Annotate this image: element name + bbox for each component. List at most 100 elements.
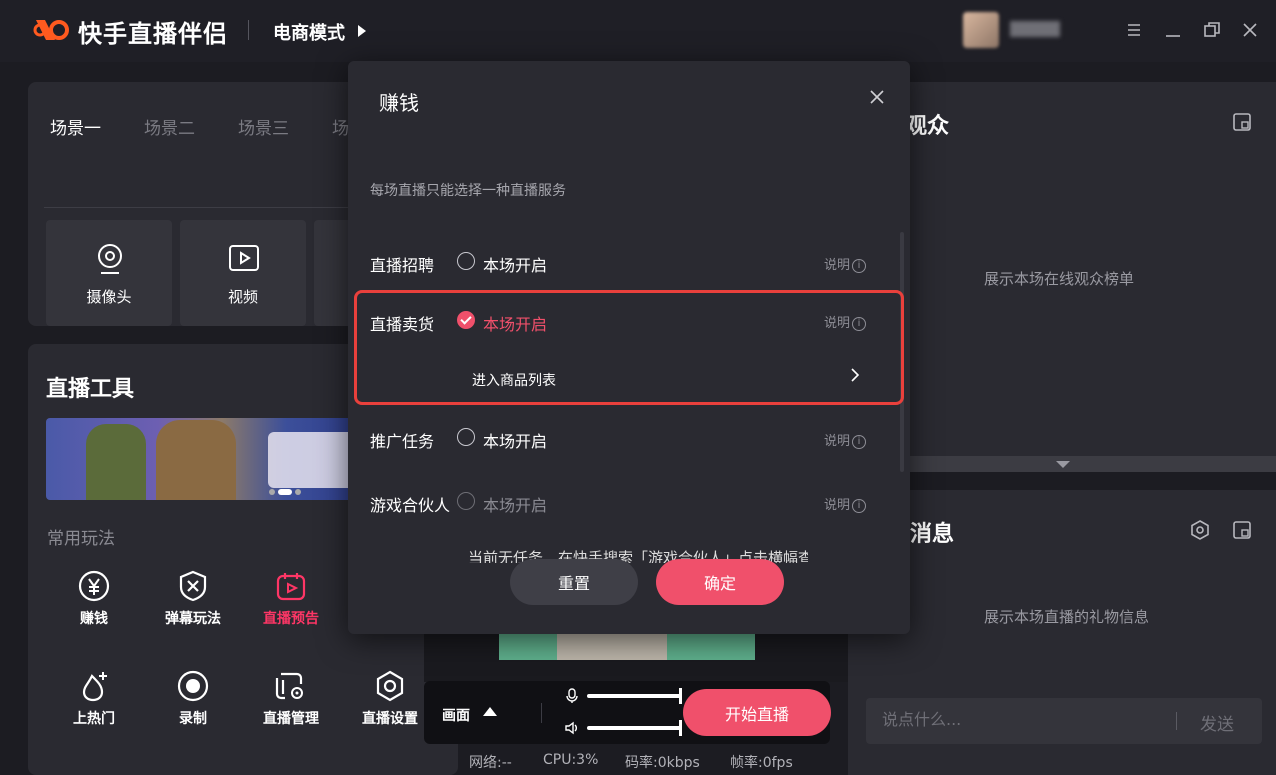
option-promo-explain[interactable]: 说明 i: [824, 430, 867, 449]
banner-character: [86, 424, 146, 500]
product-list-link[interactable]: 进入商品列表: [472, 370, 556, 390]
tab-scene-1[interactable]: 场景一: [50, 114, 101, 139]
option-sell-text[interactable]: 本场开启: [483, 311, 547, 335]
banner-pagination[interactable]: [268, 488, 328, 496]
dialog-title: 赚钱: [379, 91, 419, 115]
source-video-card[interactable]: 视频: [180, 220, 306, 326]
info-icon: i: [852, 258, 867, 273]
collapse-handle[interactable]: [905, 456, 1276, 472]
option-recruit-explain[interactable]: 说明 i: [824, 254, 867, 273]
option-promo-radio[interactable]: [457, 428, 475, 446]
common-section-label: 常用玩法: [47, 529, 115, 549]
dialog-hint: 每场直播只能选择一种直播服务: [370, 183, 566, 199]
promo-banner[interactable]: [46, 418, 366, 500]
option-promo-label: 推广任务: [370, 432, 435, 451]
messages-empty: 展示本场直播的礼物信息: [984, 608, 1150, 626]
info-icon: i: [852, 316, 867, 331]
audience-title: 观众: [905, 114, 950, 139]
network-stat: 网络:--: [469, 755, 512, 771]
tool-record-label: 录制: [179, 711, 207, 727]
option-recruit-radio[interactable]: [457, 252, 475, 270]
info-icon: i: [852, 498, 867, 513]
option-promo-text[interactable]: 本场开启: [483, 428, 547, 452]
banner-character: [156, 420, 236, 500]
confirm-button[interactable]: 确定: [656, 559, 784, 605]
speaker-volume-slider[interactable]: [587, 726, 682, 730]
send-button[interactable]: 发送: [1200, 710, 1234, 735]
tab-scene-2[interactable]: 场景二: [144, 114, 195, 139]
audience-empty: 展示本场在线观众榜单: [984, 270, 1135, 288]
tab-scene-3[interactable]: 场景三: [238, 114, 289, 139]
chat-input[interactable]: [882, 710, 1162, 729]
restore-icon[interactable]: [1200, 18, 1224, 42]
mode-switch[interactable]: 电商模式: [273, 19, 345, 45]
option-game-explain[interactable]: 说明 i: [824, 494, 867, 513]
option-sell-radio[interactable]: [457, 311, 475, 329]
start-live-button[interactable]: 开始直播: [683, 689, 831, 736]
tool-earn-label: 赚钱: [80, 611, 108, 627]
option-sell-label: 直播卖货: [370, 315, 435, 334]
title-divider: [248, 20, 249, 40]
caret-right-icon[interactable]: [358, 25, 366, 37]
tool-hot-label: 上热门: [73, 711, 115, 727]
tool-manage[interactable]: 直播管理: [246, 670, 336, 728]
source-camera-card[interactable]: 摄像头: [46, 220, 172, 326]
option-game-text[interactable]: 本场开启: [483, 492, 547, 516]
highlight-box: [354, 290, 904, 405]
tab-scene-4[interactable]: 场: [332, 114, 349, 139]
preview-person: [557, 634, 667, 660]
scene-divider: [44, 207, 364, 208]
menu-icon[interactable]: [1122, 18, 1146, 42]
tool-settings-label: 直播设置: [362, 711, 418, 727]
calendar-play-icon: [276, 573, 306, 601]
chevron-right-icon[interactable]: [850, 367, 860, 383]
settings-hexagon-icon[interactable]: [1190, 520, 1210, 540]
title-bar: 快手直播伴侣 电商模式: [0, 0, 1276, 62]
speaker-volume-thumb[interactable]: [679, 720, 682, 736]
tool-barrage-label: 弹幕玩法: [165, 611, 221, 627]
option-recruit-text[interactable]: 本场开启: [483, 252, 547, 276]
username[interactable]: [1010, 21, 1060, 37]
tool-settings[interactable]: 直播设置: [345, 670, 435, 728]
mic-volume-thumb[interactable]: [679, 688, 682, 704]
tool-preview-label: 直播预告: [263, 611, 319, 627]
close-icon[interactable]: [1238, 18, 1262, 42]
video-icon: [229, 245, 259, 271]
mic-volume-slider[interactable]: [587, 694, 682, 698]
tool-record[interactable]: 录制: [148, 670, 238, 728]
option-game-radio[interactable]: [457, 492, 475, 510]
source-camera-label: 摄像头: [86, 288, 132, 306]
tool-earn[interactable]: 赚钱: [49, 570, 139, 628]
option-game-label: 游戏合伙人: [370, 496, 451, 515]
source-video-label: 视频: [227, 288, 258, 306]
flame-plus-icon: [82, 672, 107, 702]
microphone-icon[interactable]: [564, 688, 580, 704]
tools-title: 直播工具: [46, 377, 135, 402]
popout-icon[interactable]: [1232, 112, 1252, 132]
manage-gear-icon: [275, 672, 303, 700]
triangle-down-icon: [1056, 461, 1070, 468]
cpu-stat: CPU:3%: [543, 752, 599, 768]
banner-game-logo: [268, 432, 358, 488]
option-recruit-label: 直播招聘: [370, 256, 435, 275]
tool-manage-label: 直播管理: [263, 711, 319, 727]
canvas-menu[interactable]: 画面: [442, 705, 470, 725]
fps-stat: 帧率:0fps: [730, 755, 793, 771]
minimize-icon[interactable]: [1161, 18, 1185, 42]
messages-title: 消息: [910, 522, 955, 547]
option-sell-explain[interactable]: 说明 i: [824, 312, 867, 331]
chat-divider: [1176, 712, 1177, 730]
tool-barrage[interactable]: 弹幕玩法: [148, 570, 238, 628]
reset-button[interactable]: 重置: [510, 559, 638, 605]
avatar[interactable]: [963, 12, 999, 48]
chat-input-box[interactable]: 发送: [866, 698, 1262, 744]
speaker-icon[interactable]: [564, 720, 580, 736]
barrage-shield-icon: [179, 570, 207, 602]
caret-up-icon[interactable]: [483, 707, 497, 716]
tool-hot[interactable]: 上热门: [49, 670, 139, 728]
popout-icon[interactable]: [1232, 520, 1252, 540]
kuaishou-logo-icon: [33, 20, 69, 40]
close-icon[interactable]: [866, 86, 888, 108]
tool-preview[interactable]: 直播预告: [246, 570, 336, 628]
settings-hexagon-icon: [376, 670, 404, 702]
